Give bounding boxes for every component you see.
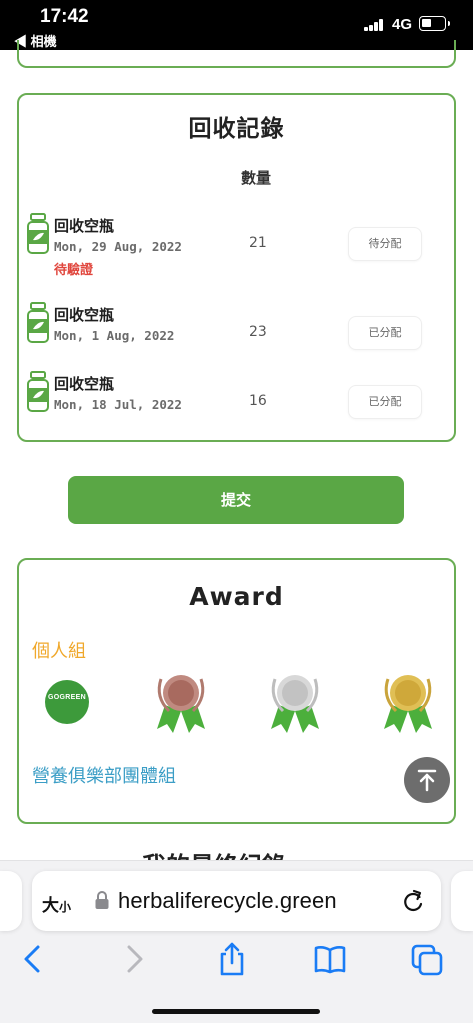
gold-medal-icon: [384, 675, 432, 733]
record-quantity: 23: [249, 324, 267, 340]
bottle-icon: [27, 302, 49, 343]
award-title: Award: [189, 582, 284, 611]
record-quantity: 16: [249, 393, 267, 409]
next-tab-preview[interactable]: [451, 871, 473, 931]
lock-icon: [95, 891, 109, 909]
record-status-button[interactable]: 已分配: [348, 385, 422, 419]
record-row: 回收空瓶 Mon, 29 Aug, 2022 待驗證 21 待分配: [19, 213, 454, 278]
record-name: 回收空瓶: [54, 217, 115, 235]
record-date: Mon, 1 Aug, 2022: [54, 328, 175, 343]
arrow-up-to-line-icon: [417, 769, 437, 792]
record-pending-note: 待驗證: [54, 263, 94, 278]
back-chevron-icon[interactable]: [16, 941, 50, 977]
scroll-to-top-button[interactable]: [404, 757, 450, 803]
recycle-records-card: 回收記錄 數量 回收空瓶 Mon, 29 Aug, 2022 待驗證 21 待分…: [17, 93, 456, 442]
url-text[interactable]: herbaliferecycle.green: [118, 888, 337, 914]
quantity-header: 數量: [241, 169, 272, 187]
submit-button[interactable]: 提交: [68, 476, 404, 524]
record-date: Mon, 18 Jul, 2022: [54, 397, 182, 412]
record-status-button[interactable]: 已分配: [348, 316, 422, 350]
signal-icon: [364, 18, 384, 31]
record-quantity: 21: [249, 235, 267, 251]
team-group-label: 營養俱樂部團體組: [32, 766, 176, 787]
gogreen-badge-text: GOGREEN: [48, 694, 86, 701]
previous-card-bottom: [17, 40, 456, 68]
home-indicator[interactable]: [152, 1009, 320, 1014]
network-type: 4G: [392, 16, 413, 33]
record-name: 回收空瓶: [54, 306, 115, 324]
forward-chevron-icon: [127, 945, 143, 973]
text-size-big: 大: [42, 896, 59, 916]
record-date: Mon, 29 Aug, 2022: [54, 239, 182, 254]
browser-toolbar: 大小 herbaliferecycle.green: [0, 860, 473, 1023]
text-size-button[interactable]: 大小: [42, 891, 71, 916]
record-row: 回收空瓶 Mon, 1 Aug, 2022 23 已分配: [19, 302, 454, 362]
record-name: 回收空瓶: [54, 375, 115, 393]
status-time: 17:42: [40, 6, 89, 27]
bottle-icon: [27, 213, 49, 254]
tabs-icon[interactable]: [410, 941, 444, 977]
address-bar[interactable]: 大小 herbaliferecycle.green: [32, 871, 441, 931]
personal-group-label: 個人組: [32, 641, 86, 662]
reload-icon[interactable]: [401, 888, 425, 914]
bookmarks-book-icon[interactable]: [313, 941, 347, 977]
share-icon[interactable]: [215, 941, 249, 977]
gogreen-badge: GOGREEN ​: [45, 680, 89, 724]
text-size-small: 小: [59, 900, 72, 914]
silver-medal-icon: [271, 675, 319, 733]
record-row: 回收空瓶 Mon, 18 Jul, 2022 16 已分配: [19, 371, 454, 431]
award-card: Award 個人組 GOGREEN ​ 營養俱樂部團體組: [17, 558, 456, 824]
bottle-icon: [27, 371, 49, 412]
record-status-button[interactable]: 待分配: [348, 227, 422, 261]
records-title: 回收記錄: [188, 116, 285, 142]
previous-tab-preview[interactable]: [0, 871, 22, 931]
bronze-medal-icon: [157, 675, 205, 733]
battery-icon: [419, 16, 450, 31]
